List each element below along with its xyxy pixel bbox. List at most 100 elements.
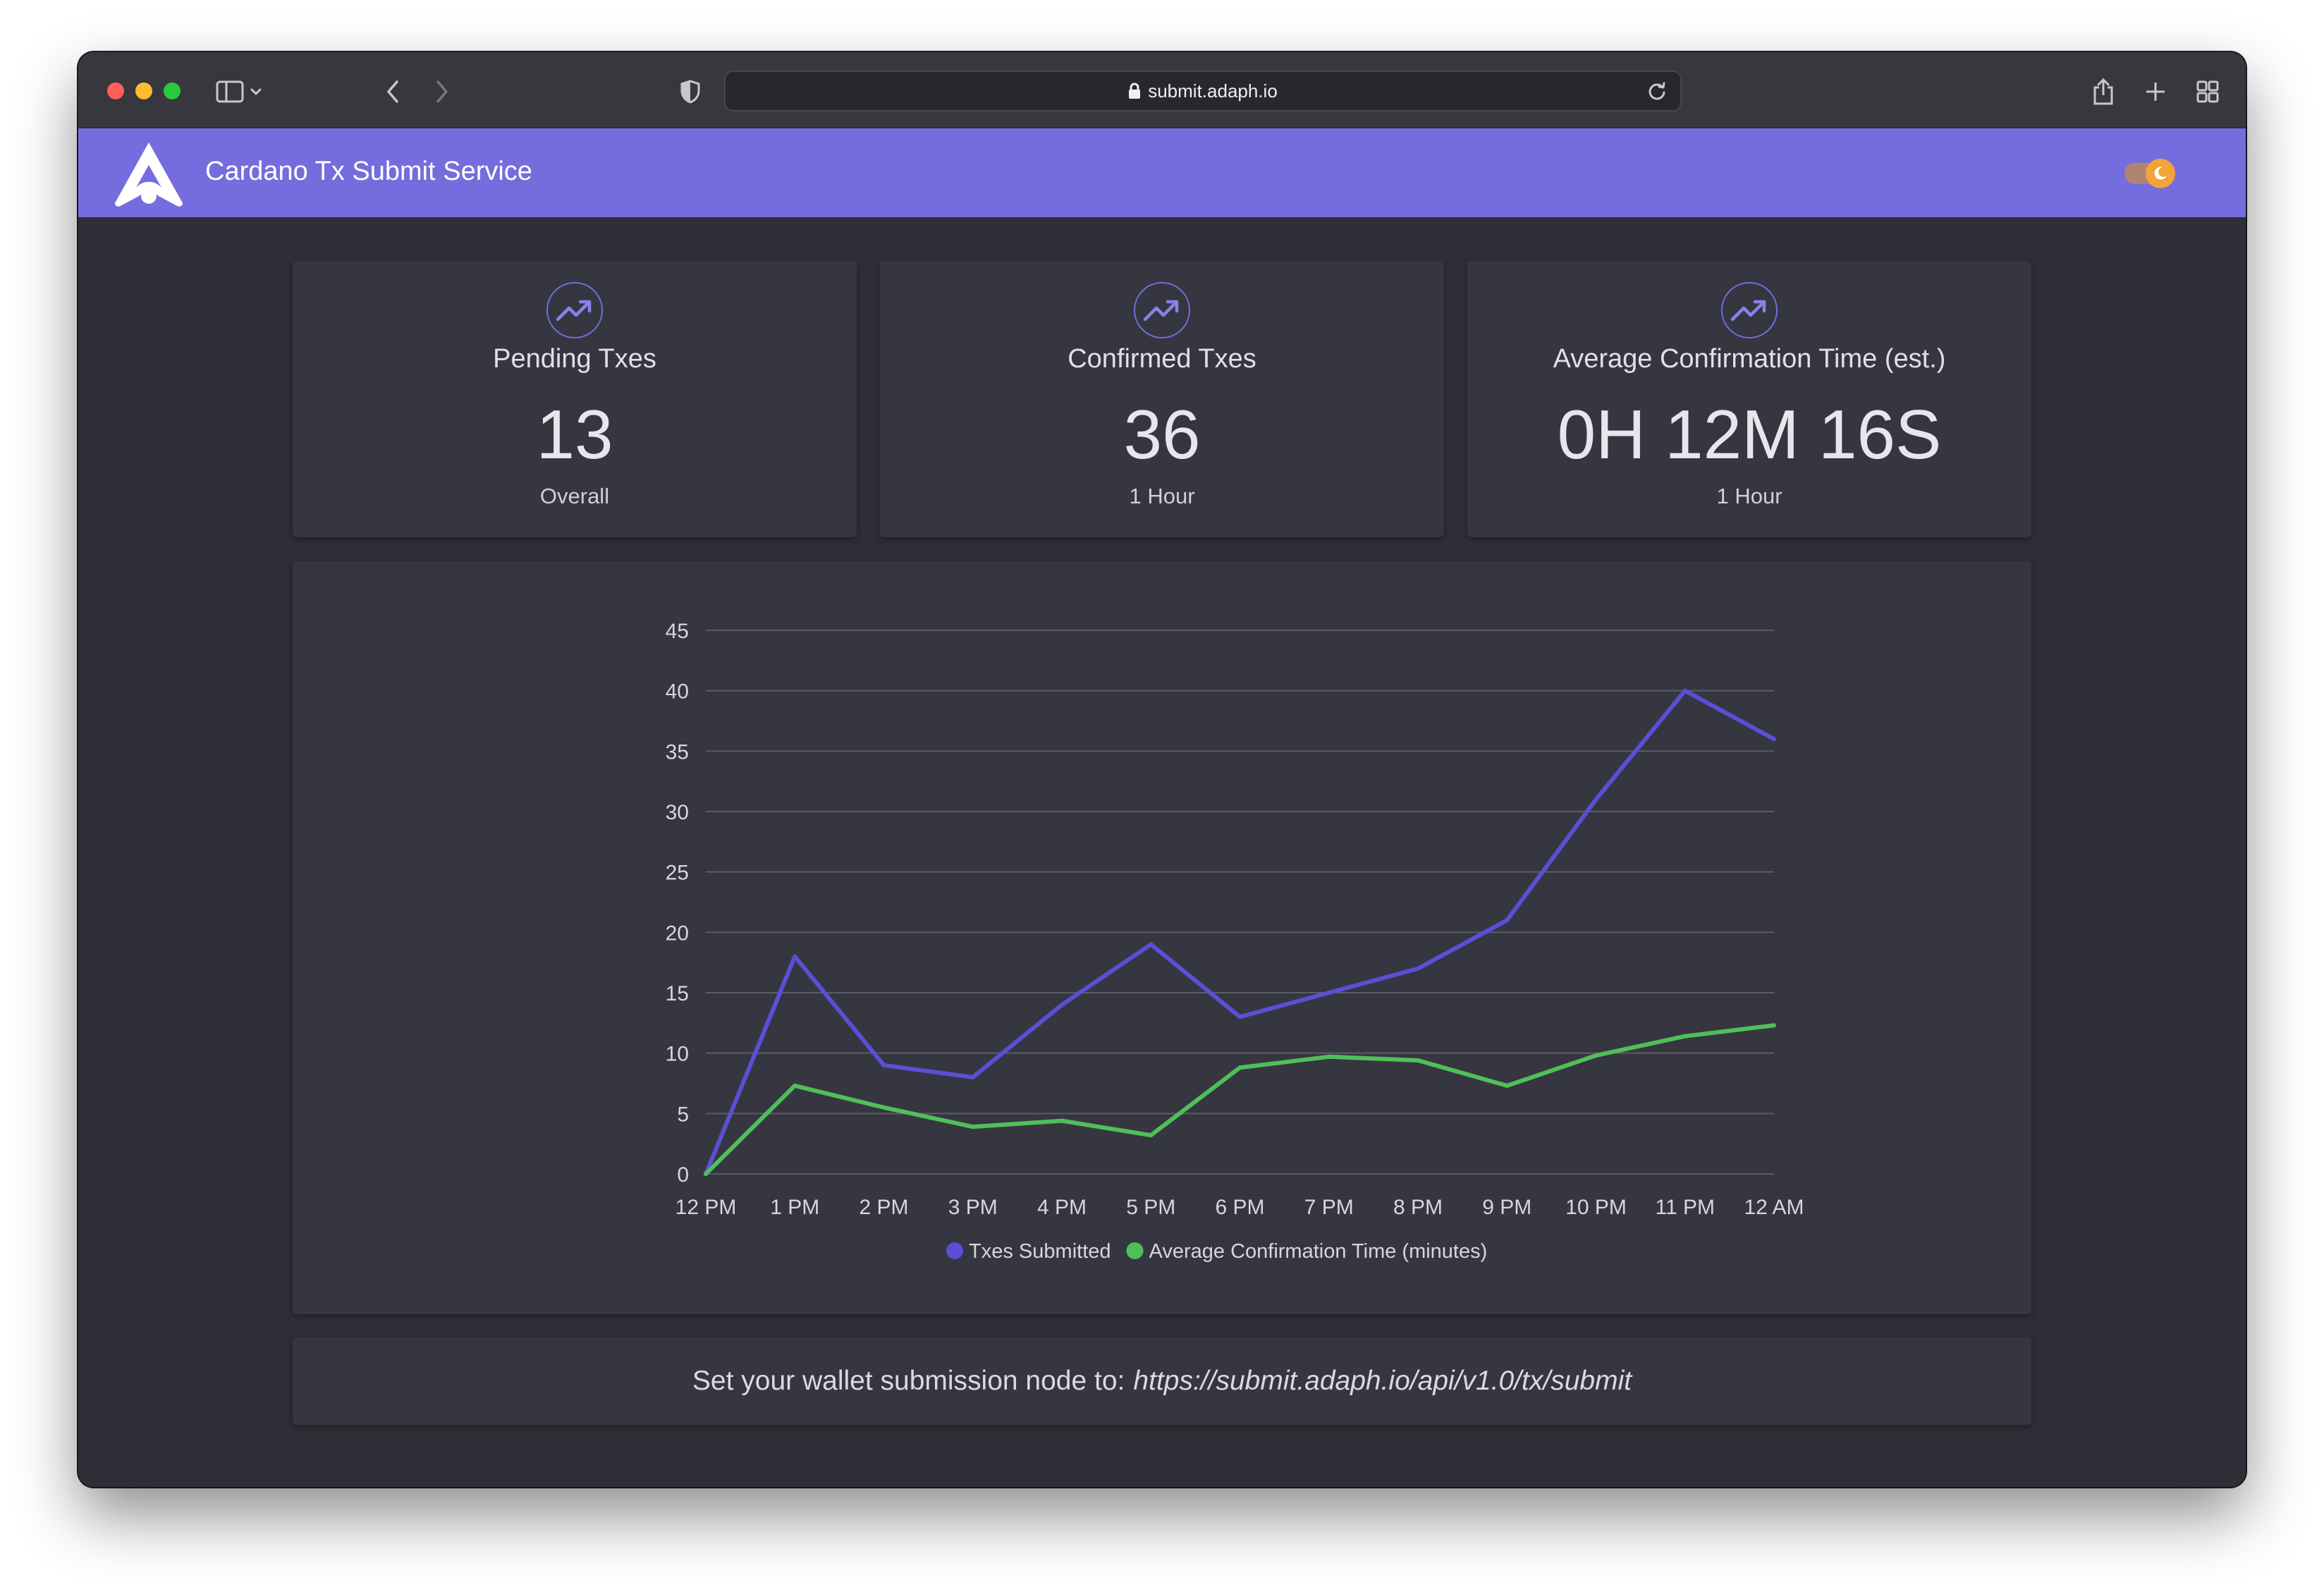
submission-message: Set your wallet submission node to: — [692, 1366, 1125, 1396]
sidebar-icon — [216, 80, 262, 103]
trending-up-icon — [546, 282, 603, 338]
x-tick-label: 1 PM — [770, 1196, 819, 1219]
data-point — [1772, 1023, 1776, 1028]
zoom-window-button[interactable] — [164, 82, 181, 99]
data-point — [1416, 966, 1420, 971]
x-tick-label: 10 PM — [1565, 1196, 1627, 1219]
x-tick-label: 2 PM — [859, 1196, 908, 1219]
legend-label[interactable]: Txes Submitted — [969, 1240, 1111, 1263]
data-point — [881, 1063, 886, 1067]
forward-button[interactable] — [424, 73, 460, 110]
data-point — [1505, 1083, 1510, 1088]
privacy-report-button[interactable] — [672, 73, 709, 110]
chart-card: 0 5 10 15 20 25 30 35 40 45 12 PM 1 PM 2 PM 3 PM 4 PM 5… — [293, 561, 2031, 1314]
x-tick-label: 12 PM — [675, 1196, 737, 1219]
data-point — [970, 1125, 975, 1129]
data-point — [1594, 797, 1598, 802]
stat-period: Overall — [539, 484, 610, 508]
x-tick-label: 6 PM — [1215, 1196, 1264, 1219]
data-point — [1326, 1054, 1331, 1059]
theme-toggle[interactable] — [2124, 159, 2175, 188]
data-point — [793, 954, 797, 959]
y-tick-label: 35 — [666, 740, 689, 764]
minimize-window-button[interactable] — [135, 82, 152, 99]
data-point — [970, 1074, 975, 1079]
data-point — [1060, 1118, 1064, 1123]
trending-up-icon — [1134, 282, 1190, 338]
browser-toolbar: submit.adaph.io — [78, 52, 2246, 129]
series-line — [704, 1023, 1776, 1176]
stat-period: 1 Hour — [1716, 484, 1782, 508]
x-tick-label: 3 PM — [948, 1196, 998, 1219]
reload-icon — [1649, 82, 1665, 100]
y-tick-label: 20 — [666, 921, 689, 945]
stat-value: 36 — [1123, 396, 1201, 473]
y-tick-label: 10 — [666, 1043, 689, 1066]
new-tab-button[interactable] — [2137, 73, 2174, 110]
x-tick-label: 9 PM — [1482, 1196, 1531, 1219]
plus-icon — [2146, 82, 2165, 101]
back-button[interactable] — [374, 73, 411, 110]
y-tick-label: 15 — [666, 982, 689, 1005]
adaph-logo-icon[interactable] — [112, 141, 185, 209]
data-point — [1237, 1015, 1242, 1020]
data-point — [1682, 1034, 1687, 1039]
stat-card-avg-confirmation: Average Confirmation Time (est.) 0H 12M … — [1467, 261, 2031, 537]
browser-window: submit.adaph.io Cardano Tx Submit Servic… — [78, 52, 2246, 1487]
close-window-button[interactable] — [107, 82, 124, 99]
data-point — [1682, 688, 1687, 693]
data-point — [793, 1083, 797, 1088]
url-text: submit.adaph.io — [1148, 80, 1278, 102]
shield-icon — [680, 80, 700, 104]
y-tick-label: 0 — [677, 1163, 689, 1187]
data-point — [704, 1172, 708, 1176]
y-tick-label: 30 — [666, 801, 689, 824]
main-content: Pending Txes 13 Overall Confirmed Txes 3… — [78, 217, 2246, 1487]
tab-overview-button[interactable] — [2189, 73, 2226, 110]
submission-endpoint: https://submit.adaph.io/api/v1.0/tx/subm… — [1133, 1366, 1632, 1396]
data-point — [1237, 1065, 1242, 1070]
sidebar-toggle-button[interactable] — [212, 73, 269, 110]
stat-period: 1 Hour — [1129, 484, 1195, 508]
data-point — [1060, 1003, 1064, 1008]
x-tick-label: 4 PM — [1037, 1196, 1087, 1219]
moon-icon — [2146, 159, 2175, 188]
stat-label: Pending Txes — [493, 344, 656, 374]
address-bar[interactable]: submit.adaph.io — [724, 71, 1682, 111]
reload-button[interactable] — [1645, 79, 1669, 103]
data-point — [1772, 737, 1776, 742]
trending-up-icon — [1721, 282, 1778, 338]
submission-node-banner: Set your wallet submission node to: http… — [293, 1337, 2031, 1425]
data-point — [881, 1105, 886, 1110]
line-chart: 0 5 10 15 20 25 30 35 40 45 12 PM 1 PM 2 PM 3 PM 4 PM 5… — [666, 620, 1804, 1263]
data-point — [1326, 991, 1331, 995]
x-tick-label: 5 PM — [1126, 1196, 1175, 1219]
stat-card-confirmed: Confirmed Txes 36 1 Hour — [880, 261, 1444, 537]
data-point — [1416, 1058, 1420, 1063]
app-title: Cardano Tx Submit Service — [205, 157, 532, 186]
legend-swatch — [946, 1242, 964, 1259]
grid-icon — [2196, 80, 2219, 103]
y-tick-label: 5 — [677, 1103, 689, 1126]
x-tick-label: 11 PM — [1656, 1196, 1715, 1219]
x-tick-label: 7 PM — [1304, 1196, 1354, 1219]
chevron-right-icon — [436, 80, 448, 103]
app-header: Cardano Tx Submit Service — [78, 128, 2246, 217]
stat-value: 0H 12M 16S — [1557, 396, 1942, 473]
data-point — [1594, 1053, 1598, 1058]
stat-label: Confirmed Txes — [1068, 344, 1256, 374]
chevron-left-icon — [387, 80, 398, 103]
stat-card-pending: Pending Txes 13 Overall — [293, 261, 857, 537]
data-point — [1149, 1133, 1154, 1138]
data-point — [1505, 918, 1510, 923]
share-icon — [2093, 78, 2113, 105]
share-button[interactable] — [2085, 73, 2122, 110]
stat-value: 13 — [536, 396, 613, 473]
stat-label: Average Confirmation Time (est.) — [1553, 344, 1946, 374]
legend-swatch — [1126, 1242, 1144, 1259]
data-point — [1149, 942, 1154, 947]
x-tick-label: 8 PM — [1393, 1196, 1443, 1219]
legend-label[interactable]: Average Confirmation Time (minutes) — [1149, 1240, 1488, 1263]
y-tick-label: 25 — [666, 862, 689, 885]
x-tick-label: 12 AM — [1744, 1196, 1804, 1219]
